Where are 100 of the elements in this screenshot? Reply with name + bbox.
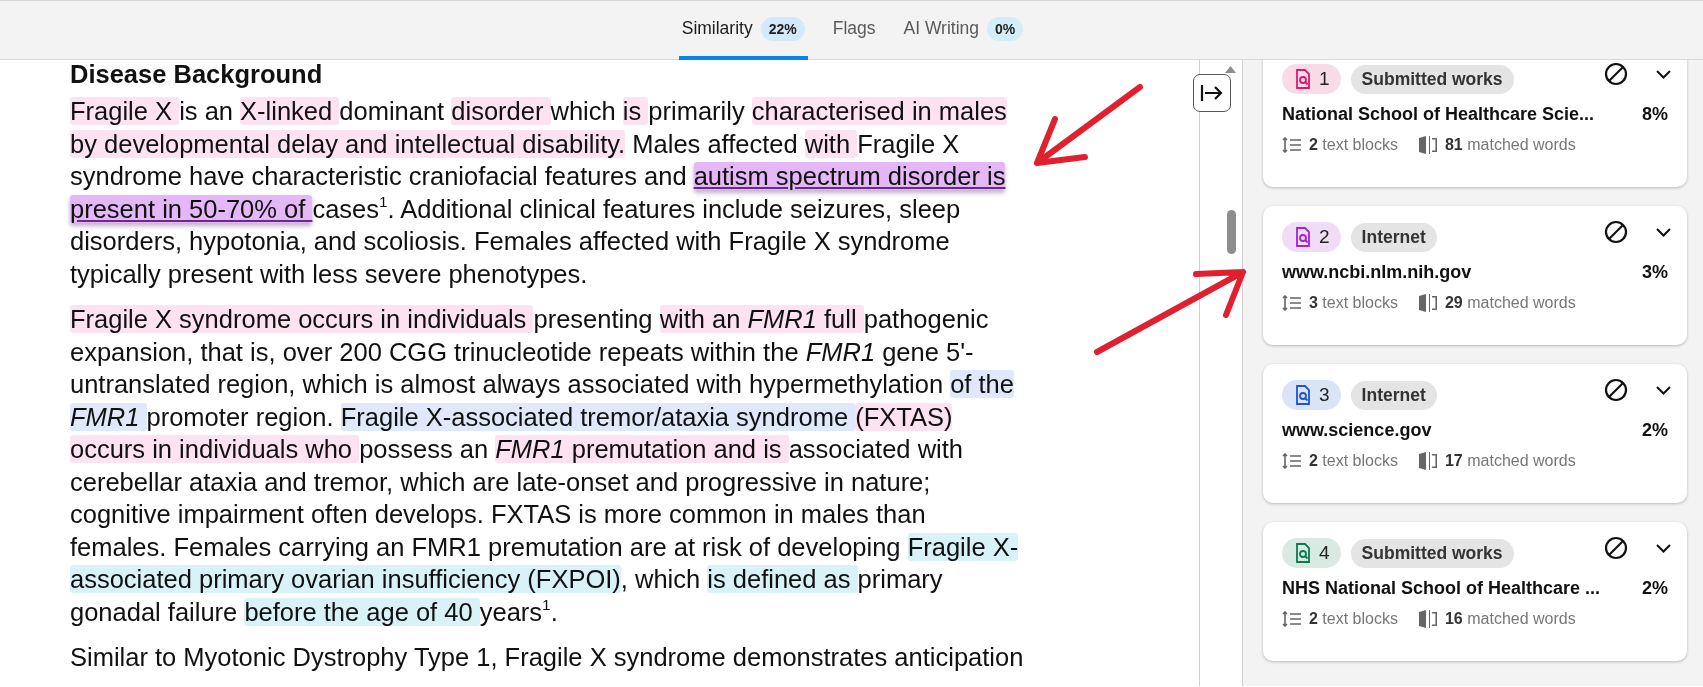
source-number-badge: 2 bbox=[1282, 222, 1341, 252]
body-text: pathogenic bbox=[863, 305, 989, 333]
scrollbar-thumb[interactable] bbox=[1227, 210, 1236, 254]
match-highlight-text[interactable]: by developmental delay and intellectual disability. bbox=[70, 129, 626, 158]
match-highlight-text[interactable]: associated primary ovarian insufficiency (FXPOI) bbox=[70, 565, 621, 593]
match-highlight-text[interactable]: Fragile X syndrome occurs in individuals bbox=[70, 305, 534, 333]
text-blocks-icon bbox=[1282, 137, 1302, 153]
collapse-panel-button[interactable] bbox=[1193, 74, 1231, 112]
source-card[interactable]: 1 Submitted works National School of Healthcare Scie... 8% 2 text blocks 81 matched words bbox=[1263, 60, 1687, 187]
body-text: cases$^{1}$. Additional clinical features include seizures, sleep bbox=[312, 194, 961, 223]
body-text: expansion, that is, over 200 CGG trinucleotide repeats within the FMR1 gene 5'- bbox=[70, 337, 974, 366]
text-blocks-count: 2 text blocks bbox=[1309, 136, 1398, 154]
body-text: untranslated region, which is almost always associated with hypermethylation bbox=[70, 370, 945, 398]
matched-words-count: 17 matched words bbox=[1444, 452, 1576, 470]
text-blocks-icon bbox=[1282, 295, 1302, 311]
text-blocks-count: 2 text blocks bbox=[1309, 452, 1398, 470]
tab[interactable]: AI Writing 0% bbox=[900, 1, 1027, 60]
match-highlight-text[interactable]: FMR1 premutation and is bbox=[495, 435, 789, 463]
body-text: is an bbox=[179, 97, 234, 125]
body-text: which bbox=[550, 97, 617, 125]
match-percent: 8% bbox=[1642, 104, 1668, 125]
match-highlight-text[interactable]: with an FMR1 full bbox=[659, 305, 864, 333]
source-type-tag: Internet bbox=[1350, 380, 1437, 410]
body-text: associated with bbox=[788, 435, 963, 463]
body-text: years$^{1}$. bbox=[479, 597, 558, 626]
body-text: presenting bbox=[533, 305, 654, 333]
match-percent: 2% bbox=[1642, 420, 1668, 441]
body-text: Similar to Myotonic Dystrophy Type 1, Fragile X syndrome demonstrates anticipation bbox=[70, 643, 1024, 671]
tab[interactable]: Similarity 22% bbox=[678, 1, 808, 60]
text-blocks-icon bbox=[1282, 453, 1302, 469]
match-highlight-text[interactable]: characterised in males bbox=[751, 97, 1007, 125]
body-text: gonadal failure bbox=[70, 597, 239, 626]
chevron-down-icon[interactable] bbox=[1656, 385, 1671, 395]
body-text: dominant bbox=[339, 97, 446, 125]
source-number-badge: 1 bbox=[1282, 64, 1341, 94]
text-blocks-count: 3 text blocks bbox=[1309, 294, 1398, 312]
compare-pages-icon bbox=[1417, 293, 1438, 313]
text-blocks-icon bbox=[1282, 611, 1302, 627]
body-text: possess an bbox=[359, 435, 490, 463]
match-highlight-text[interactable]: of the bbox=[950, 370, 1014, 398]
match-highlight-text[interactable]: before the age of 40 bbox=[244, 597, 480, 626]
match-highlight-text[interactable]: Fragile X-associated tremor/ataxia syndrome bbox=[340, 402, 856, 431]
match-highlight-text[interactable]: disorder bbox=[451, 97, 551, 125]
match-highlight-text[interactable]: is defined as bbox=[707, 565, 858, 593]
source-type-tag: Submitted works bbox=[1350, 64, 1514, 94]
body-text: typically present with less severe phenotypes. bbox=[70, 259, 588, 288]
body-text: females. Females carrying an FMR1 premutation are at risk of developing bbox=[70, 532, 902, 561]
source-card[interactable]: 2 Internet www.ncbi.nlm.nih.gov 3% 3 text blocks 29 matched words bbox=[1263, 206, 1687, 345]
chevron-down-icon[interactable] bbox=[1656, 227, 1671, 237]
chevron-down-icon[interactable] bbox=[1656, 69, 1671, 79]
tab[interactable]: Flags bbox=[829, 1, 879, 60]
match-highlight-text[interactable]: FMR1 bbox=[70, 402, 147, 431]
section-heading: Disease Background bbox=[70, 60, 323, 89]
match-highlight-text[interactable]: Fragile X bbox=[70, 97, 180, 125]
body-text: promoter region. bbox=[146, 402, 335, 431]
body-text: syndrome have characteristic craniofacial features and bbox=[70, 162, 688, 190]
body-text: Fragile X bbox=[857, 129, 960, 158]
body-text: cognitive impairment often develops. FXTAS is more common in males than bbox=[70, 500, 926, 528]
matched-words-count: 16 matched words bbox=[1444, 610, 1576, 628]
text-blocks-count: 2 text blocks bbox=[1309, 610, 1398, 628]
chevron-down-icon[interactable] bbox=[1656, 543, 1671, 553]
source-title: NHS National School of Healthcare ... bbox=[1282, 578, 1601, 599]
source-title: www.science.gov bbox=[1282, 420, 1432, 441]
percent-badge: 22% bbox=[760, 16, 805, 41]
match-highlight-text[interactable]: X-linked bbox=[240, 97, 340, 125]
source-number-badge: 3 bbox=[1282, 380, 1341, 410]
body-text: disorders, hypotonia, and scoliosis. Females affected with Fragile X syndrome bbox=[70, 227, 950, 255]
body-text: primary bbox=[857, 565, 943, 593]
match-percent: 3% bbox=[1642, 262, 1668, 283]
exclude-icon[interactable] bbox=[1604, 220, 1628, 244]
scroll-up-icon[interactable] bbox=[1225, 66, 1236, 73]
selected-match-text[interactable]: present in 50-70% of bbox=[70, 194, 313, 223]
match-highlight-text[interactable]: is bbox=[622, 97, 649, 125]
body-text: , which bbox=[620, 565, 702, 593]
source-card[interactable]: 3 Internet www.science.gov 2% 2 text blocks 17 matched words bbox=[1263, 364, 1687, 503]
compare-pages-icon bbox=[1417, 451, 1438, 471]
exclude-icon[interactable] bbox=[1604, 536, 1628, 560]
matched-words-count: 29 matched words bbox=[1444, 294, 1576, 312]
percent-badge: 0% bbox=[987, 16, 1024, 41]
match-highlight-text[interactable]: Fragile X- bbox=[907, 532, 1019, 561]
source-type-tag: Internet bbox=[1350, 222, 1437, 252]
source-title: www.ncbi.nlm.nih.gov bbox=[1282, 262, 1472, 283]
match-highlight-text[interactable]: occurs in individuals who bbox=[70, 435, 360, 463]
body-text: primarily bbox=[648, 97, 746, 125]
match-highlight-text[interactable]: with bbox=[804, 129, 858, 158]
match-percent: 2% bbox=[1642, 578, 1668, 599]
source-type-tag: Submitted works bbox=[1350, 538, 1514, 568]
body-text: cerebellar ataxia and tremor, which are late-onset and progressive in nature; bbox=[70, 467, 931, 496]
selected-match-text[interactable]: autism spectrum disorder is bbox=[693, 162, 1006, 190]
body-text: Males affected bbox=[631, 129, 799, 158]
source-card[interactable]: 4 Submitted works NHS National School of Healthcare ... 2% 2 text blocks 16 matched words bbox=[1263, 522, 1687, 661]
compare-pages-icon bbox=[1417, 609, 1438, 629]
exclude-icon[interactable] bbox=[1604, 62, 1628, 86]
exclude-icon[interactable] bbox=[1604, 378, 1628, 402]
matched-words-count: 81 matched words bbox=[1444, 136, 1576, 154]
source-number-badge: 4 bbox=[1282, 538, 1341, 568]
compare-pages-icon bbox=[1417, 135, 1438, 155]
arrow-to-right-icon bbox=[1200, 83, 1224, 103]
source-title: National School of Healthcare Scie... bbox=[1282, 104, 1595, 125]
match-highlight-text[interactable]: (FXTAS) bbox=[855, 402, 953, 431]
